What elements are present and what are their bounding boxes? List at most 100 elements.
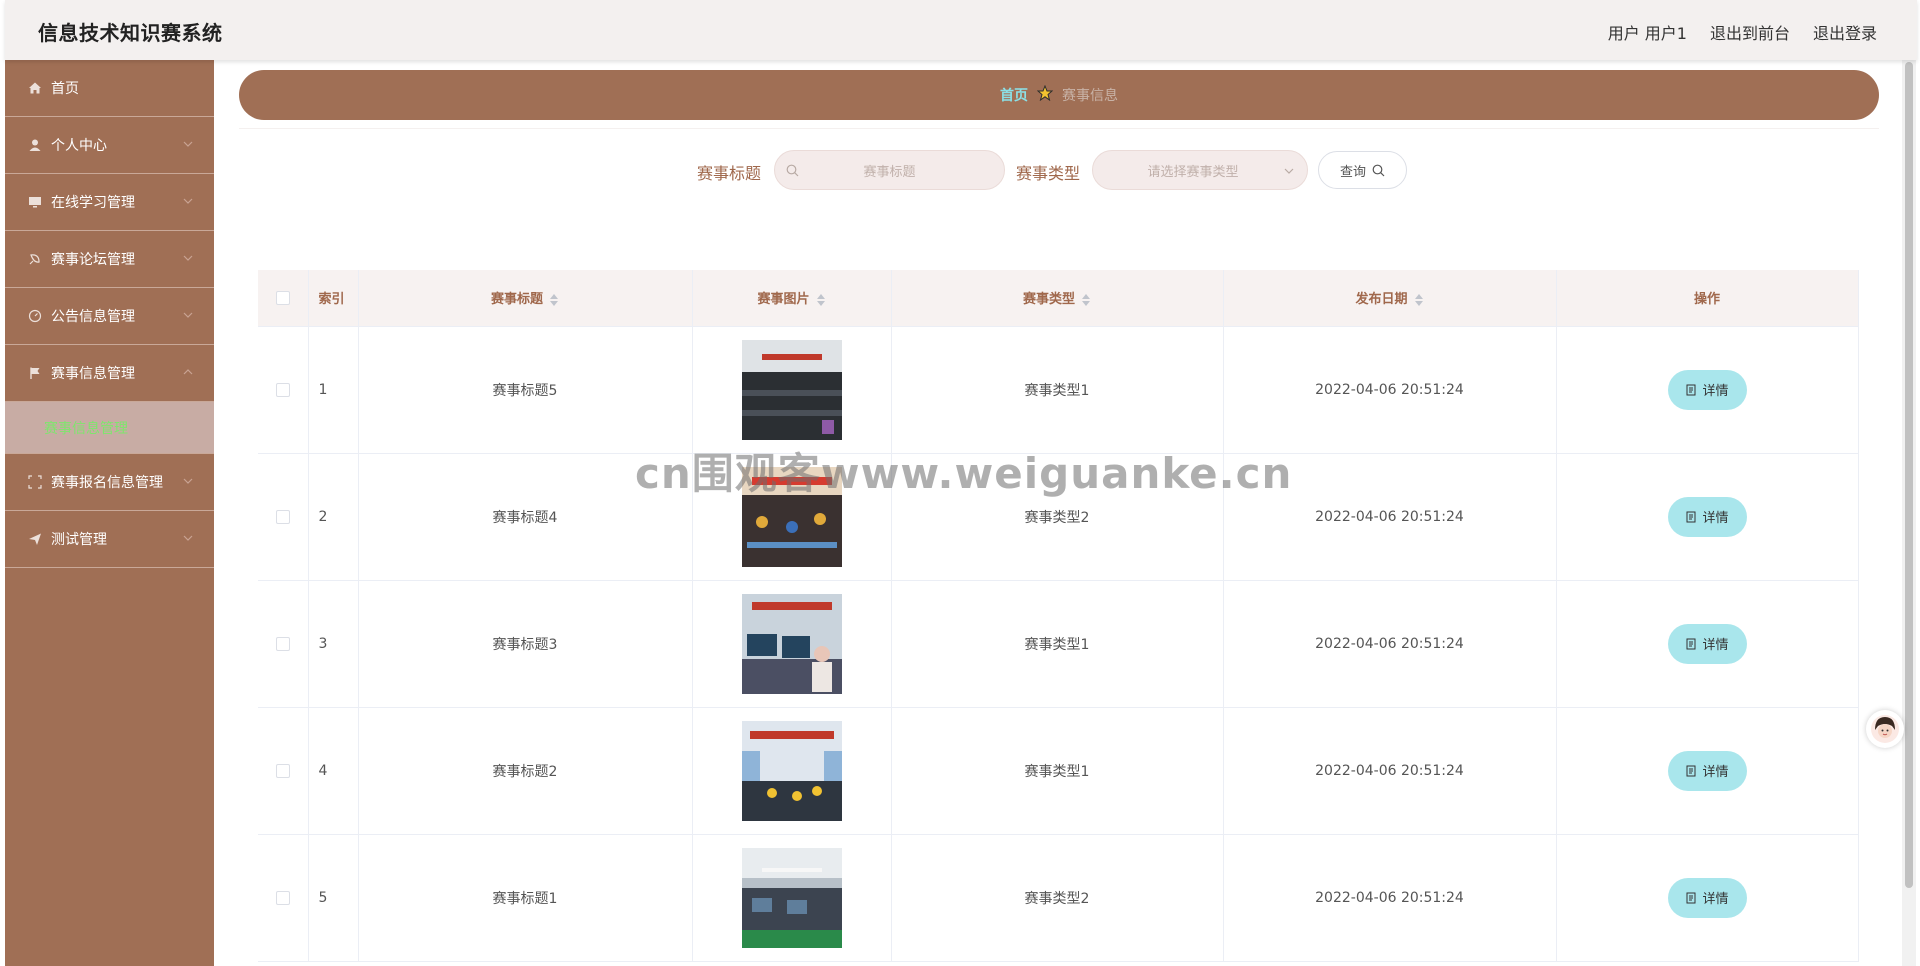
row-type: 赛事类型1 — [891, 326, 1224, 454]
row-image-cell — [692, 580, 892, 708]
sort-icon[interactable] — [549, 293, 559, 307]
row-checkbox[interactable] — [275, 382, 290, 397]
back-to-front-link[interactable]: 退出到前台 — [1710, 20, 1790, 44]
breadcrumb: 首页 赛事信息 — [239, 70, 1879, 120]
sort-icon[interactable] — [1414, 293, 1424, 307]
detail-button[interactable]: 详情 — [1667, 369, 1747, 410]
row-index: 1 — [308, 326, 359, 454]
chevron-down-icon — [183, 141, 193, 147]
logout-link[interactable]: 退出登录 — [1813, 20, 1877, 44]
query-button[interactable]: 查询 — [1318, 151, 1407, 189]
signup-icon — [28, 475, 42, 489]
detail-button[interactable]: 详情 — [1667, 877, 1747, 918]
sidebar-item-label: 测试管理 — [51, 532, 107, 548]
row-index: 4 — [308, 707, 359, 835]
search-icon — [1372, 164, 1385, 176]
row-actions: 详情 — [1556, 834, 1859, 962]
row-checkbox[interactable] — [275, 763, 290, 778]
sidebar-item-forum[interactable]: 赛事论坛管理 — [5, 231, 214, 288]
monitor-icon — [28, 195, 42, 209]
col-image[interactable]: 赛事图片 — [692, 270, 892, 327]
chevron-down-icon — [1284, 168, 1294, 174]
col-title-label: 赛事标题 — [490, 292, 543, 308]
row-actions: 详情 — [1556, 707, 1859, 835]
row-image-cell — [692, 326, 892, 454]
row-checkbox[interactable] — [275, 509, 290, 524]
sidebar-item-label: 赛事论坛管理 — [51, 252, 135, 268]
detail-button[interactable]: 详情 — [1667, 750, 1747, 791]
sidebar-item-personal-center[interactable]: 个人中心 — [5, 117, 214, 174]
detail-button[interactable]: 详情 — [1667, 623, 1747, 664]
col-title[interactable]: 赛事标题 — [358, 270, 693, 327]
col-type-label: 赛事类型 — [1022, 292, 1075, 308]
detail-button-label: 详情 — [1702, 638, 1729, 653]
notice-icon — [28, 309, 42, 323]
row-actions: 详情 — [1556, 453, 1859, 581]
submenu-item-competition-info[interactable]: 赛事信息管理 — [5, 402, 214, 454]
sidebar-item-online-learning[interactable]: 在线学习管理 — [5, 174, 214, 231]
chevron-up-icon — [183, 369, 193, 375]
row-checkbox[interactable] — [275, 890, 290, 905]
type-select[interactable]: 请选择赛事类型 — [1092, 150, 1308, 190]
sidebar-item-label: 首页 — [51, 81, 79, 97]
sort-icon[interactable] — [1081, 293, 1091, 307]
breadcrumb-home-link[interactable]: 首页 — [1000, 85, 1028, 105]
competition-photo[interactable] — [741, 593, 842, 694]
select-all-cell — [258, 270, 309, 327]
top-header: 信息技术知识赛系统 用户 用户1 退出到前台 退出登录 — [5, 0, 1917, 60]
col-index: 索引 — [308, 270, 359, 327]
row-actions: 详情 — [1556, 326, 1859, 454]
col-date-label: 发布日期 — [1355, 292, 1408, 308]
col-date[interactable]: 发布日期 — [1223, 270, 1557, 327]
document-icon — [1686, 638, 1696, 649]
row-date: 2022-04-06 20:51:24 — [1223, 326, 1557, 454]
sidebar-item-competition-info[interactable]: 赛事信息管理 — [5, 345, 214, 402]
send-icon — [28, 532, 42, 546]
competition-table: 索引 赛事标题 赛事图片 赛事类型 发布日期 操作 1 赛事标题5 赛事类型1 … — [258, 270, 1859, 962]
competition-photo[interactable] — [741, 847, 842, 948]
sidebar-item-signup[interactable]: 赛事报名信息管理 — [5, 454, 214, 511]
sort-icon[interactable] — [816, 293, 826, 307]
sidebar-item-label: 赛事报名信息管理 — [51, 475, 163, 491]
user-label: 用户 用户1 — [1607, 24, 1687, 43]
row-title: 赛事标题5 — [358, 326, 693, 454]
sidebar-item-home[interactable]: 首页 — [5, 60, 214, 117]
table-row: 5 赛事标题1 赛事类型2 2022-04-06 20:51:24 详情 — [258, 834, 1859, 962]
sidebar-item-notice[interactable]: 公告信息管理 — [5, 288, 214, 345]
row-date: 2022-04-06 20:51:24 — [1223, 707, 1557, 835]
assistant-avatar[interactable] — [1866, 710, 1904, 748]
app-title: 信息技术知识赛系统 — [38, 21, 223, 45]
title-search-input[interactable]: 赛事标题 — [774, 150, 1005, 190]
col-image-label: 赛事图片 — [757, 292, 810, 308]
chevron-down-icon — [183, 478, 193, 484]
row-type: 赛事类型1 — [891, 707, 1224, 835]
row-title: 赛事标题3 — [358, 580, 693, 708]
header-actions: 用户 用户1 退出到前台 退出登录 — [1608, 20, 1877, 44]
page-scrollbar[interactable] — [1902, 60, 1916, 966]
row-type: 赛事类型2 — [891, 834, 1224, 962]
chevron-down-icon — [183, 255, 193, 261]
search-icon — [786, 164, 799, 177]
scrollbar-thumb[interactable] — [1905, 62, 1913, 888]
col-actions: 操作 — [1556, 270, 1859, 327]
competition-photo[interactable] — [741, 720, 842, 821]
document-icon — [1686, 765, 1696, 776]
sidebar: 首页 个人中心 在线学习管理 赛事论坛管理 公告信息管理 赛事信息管理 赛事信息… — [5, 60, 214, 966]
row-type: 赛事类型1 — [891, 580, 1224, 708]
col-type[interactable]: 赛事类型 — [891, 270, 1224, 327]
competition-photo[interactable] — [741, 339, 842, 440]
document-icon — [1686, 384, 1696, 395]
sidebar-item-label: 个人中心 — [51, 138, 107, 154]
row-index: 3 — [308, 580, 359, 708]
row-checkbox[interactable] — [275, 636, 290, 651]
detail-button-label: 详情 — [1702, 765, 1729, 780]
sidebar-item-test[interactable]: 测试管理 — [5, 511, 214, 568]
row-date: 2022-04-06 20:51:24 — [1223, 834, 1557, 962]
user-icon — [28, 138, 42, 152]
sidebar-item-label: 公告信息管理 — [51, 309, 135, 325]
star-icon — [1036, 84, 1054, 105]
select-all-checkbox[interactable] — [275, 290, 290, 305]
document-icon — [1686, 892, 1696, 903]
avatar-icon — [1871, 715, 1899, 743]
detail-button[interactable]: 详情 — [1667, 496, 1747, 537]
